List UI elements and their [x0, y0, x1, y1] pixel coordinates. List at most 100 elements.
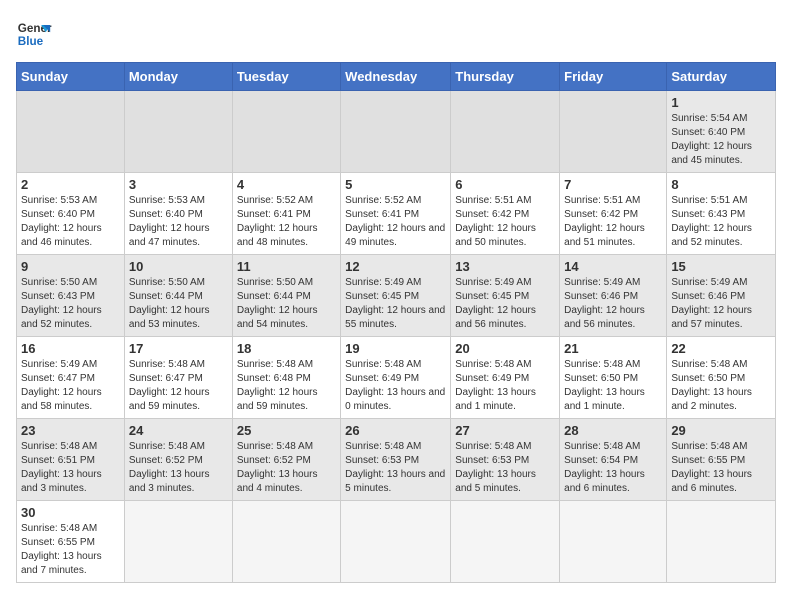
day-info: Sunrise: 5:48 AM Sunset: 6:50 PM Dayligh… — [671, 358, 771, 414]
day-info: Sunrise: 5:49 AM Sunset: 6:47 PM Dayligh… — [21, 358, 120, 414]
calendar-day-cell: 29 Sunrise: 5:48 AM Sunset: 6:55 PM Dayli… — [667, 419, 776, 501]
day-info: Sunrise: 5:48 AM Sunset: 6:52 PM Dayligh… — [129, 440, 228, 496]
calendar-day-cell — [232, 501, 340, 583]
calendar-day-cell: 2Sunrise: 5:53 AM Sunset: 6:40 PM Daylig… — [17, 173, 125, 255]
day-number: 10 — [129, 259, 228, 274]
day-info: Sunrise: 5:53 AM Sunset: 6:40 PM Dayligh… — [129, 194, 228, 250]
day-number: 8 — [671, 177, 771, 192]
calendar-day-cell: 30 Sunrise: 5:48 AM Sunset: 6:55 PM Dayli… — [17, 501, 125, 583]
calendar-day-cell: 21 Sunrise: 5:48 AM Sunset: 6:50 PM Dayli… — [560, 337, 667, 419]
header: General Blue — [16, 16, 776, 52]
day-info: Sunrise: 5:50 AM Sunset: 6:44 PM Dayligh… — [237, 276, 336, 332]
day-info: Sunrise: 5:52 AM Sunset: 6:41 PM Dayligh… — [237, 194, 336, 250]
day-number: 20 — [455, 341, 555, 356]
calendar-day-cell: 23Sunrise: 5:48 AM Sunset: 6:51 PM Dayli… — [17, 419, 125, 501]
calendar-week-row: 9 Sunrise: 5:50 AM Sunset: 6:43 PM Daylig… — [17, 255, 776, 337]
calendar-day-cell: 20Sunrise: 5:48 AM Sunset: 6:49 PM Dayli… — [451, 337, 560, 419]
calendar-day-cell — [560, 501, 667, 583]
day-number: 15 — [671, 259, 771, 274]
calendar-day-cell: 4 Sunrise: 5:52 AM Sunset: 6:41 PM Daylig… — [232, 173, 340, 255]
day-number: 30 — [21, 505, 120, 520]
day-number: 18 — [237, 341, 336, 356]
day-info: Sunrise: 5:49 AM Sunset: 6:46 PM Dayligh… — [564, 276, 662, 332]
day-number: 22 — [671, 341, 771, 356]
calendar-day-cell — [17, 91, 125, 173]
calendar: SundayMondayTuesdayWednesdayThursdayFrid… — [16, 62, 776, 583]
calendar-day-cell — [341, 91, 451, 173]
calendar-day-cell: 26 Sunrise: 5:48 AM Sunset: 6:53 PM Dayli… — [341, 419, 451, 501]
day-number: 16 — [21, 341, 120, 356]
calendar-day-cell: 27 Sunrise: 5:48 AM Sunset: 6:53 PM Dayli… — [451, 419, 560, 501]
calendar-day-cell: 7 Sunrise: 5:51 AM Sunset: 6:42 PM Daylig… — [560, 173, 667, 255]
day-info: Sunrise: 5:49 AM Sunset: 6:45 PM Dayligh… — [455, 276, 555, 332]
calendar-day-cell: 14Sunrise: 5:49 AM Sunset: 6:46 PM Dayli… — [560, 255, 667, 337]
day-info: Sunrise: 5:51 AM Sunset: 6:43 PM Dayligh… — [671, 194, 771, 250]
calendar-day-cell: 9 Sunrise: 5:50 AM Sunset: 6:43 PM Daylig… — [17, 255, 125, 337]
day-info: Sunrise: 5:48 AM Sunset: 6:50 PM Dayligh… — [564, 358, 662, 414]
calendar-day-cell: 16 Sunrise: 5:49 AM Sunset: 6:47 PM Dayli… — [17, 337, 125, 419]
calendar-header-saturday: Saturday — [667, 63, 776, 91]
calendar-day-cell: 24 Sunrise: 5:48 AM Sunset: 6:52 PM Dayli… — [124, 419, 232, 501]
calendar-day-cell: 25Sunrise: 5:48 AM Sunset: 6:52 PM Dayli… — [232, 419, 340, 501]
day-number: 6 — [455, 177, 555, 192]
day-number: 21 — [564, 341, 662, 356]
day-info: Sunrise: 5:48 AM Sunset: 6:53 PM Dayligh… — [345, 440, 446, 496]
calendar-day-cell — [124, 501, 232, 583]
calendar-header-monday: Monday — [124, 63, 232, 91]
calendar-day-cell: 12Sunrise: 5:49 AM Sunset: 6:45 PM Dayli… — [341, 255, 451, 337]
calendar-week-row: 30 Sunrise: 5:48 AM Sunset: 6:55 PM Dayli… — [17, 501, 776, 583]
day-info: Sunrise: 5:48 AM Sunset: 6:54 PM Dayligh… — [564, 440, 662, 496]
calendar-week-row: 1 Sunrise: 5:54 AM Sunset: 6:40 PM Daylig… — [17, 91, 776, 173]
day-number: 1 — [671, 95, 771, 110]
calendar-day-cell — [667, 501, 776, 583]
day-info: Sunrise: 5:50 AM Sunset: 6:44 PM Dayligh… — [129, 276, 228, 332]
day-info: Sunrise: 5:51 AM Sunset: 6:42 PM Dayligh… — [455, 194, 555, 250]
calendar-day-cell — [451, 501, 560, 583]
calendar-day-cell — [560, 91, 667, 173]
calendar-day-cell: 28 Sunrise: 5:48 AM Sunset: 6:54 PM Dayli… — [560, 419, 667, 501]
calendar-day-cell — [124, 91, 232, 173]
calendar-day-cell: 6 Sunrise: 5:51 AM Sunset: 6:42 PM Daylig… — [451, 173, 560, 255]
calendar-header-sunday: Sunday — [17, 63, 125, 91]
day-info: Sunrise: 5:48 AM Sunset: 6:53 PM Dayligh… — [455, 440, 555, 496]
day-info: Sunrise: 5:48 AM Sunset: 6:51 PM Dayligh… — [21, 440, 120, 496]
day-number: 5 — [345, 177, 446, 192]
svg-text:Blue: Blue — [18, 35, 44, 48]
day-number: 27 — [455, 423, 555, 438]
day-info: Sunrise: 5:53 AM Sunset: 6:40 PM Dayligh… — [21, 194, 120, 250]
day-number: 4 — [237, 177, 336, 192]
day-number: 13 — [455, 259, 555, 274]
day-info: Sunrise: 5:48 AM Sunset: 6:55 PM Dayligh… — [21, 522, 120, 578]
calendar-header-tuesday: Tuesday — [232, 63, 340, 91]
logo: General Blue — [16, 16, 52, 52]
day-number: 3 — [129, 177, 228, 192]
calendar-header-thursday: Thursday — [451, 63, 560, 91]
day-info: Sunrise: 5:54 AM Sunset: 6:40 PM Dayligh… — [671, 112, 771, 168]
day-number: 7 — [564, 177, 662, 192]
day-info: Sunrise: 5:50 AM Sunset: 6:43 PM Dayligh… — [21, 276, 120, 332]
calendar-day-cell — [232, 91, 340, 173]
calendar-day-cell: 11 Sunrise: 5:50 AM Sunset: 6:44 PM Dayli… — [232, 255, 340, 337]
day-info: Sunrise: 5:48 AM Sunset: 6:48 PM Dayligh… — [237, 358, 336, 414]
calendar-header-row: SundayMondayTuesdayWednesdayThursdayFrid… — [17, 63, 776, 91]
calendar-week-row: 2Sunrise: 5:53 AM Sunset: 6:40 PM Daylig… — [17, 173, 776, 255]
calendar-week-row: 23Sunrise: 5:48 AM Sunset: 6:51 PM Dayli… — [17, 419, 776, 501]
day-number: 26 — [345, 423, 446, 438]
day-info: Sunrise: 5:48 AM Sunset: 6:47 PM Dayligh… — [129, 358, 228, 414]
calendar-day-cell: 18 Sunrise: 5:48 AM Sunset: 6:48 PM Dayli… — [232, 337, 340, 419]
day-number: 24 — [129, 423, 228, 438]
day-number: 11 — [237, 259, 336, 274]
day-info: Sunrise: 5:48 AM Sunset: 6:49 PM Dayligh… — [345, 358, 446, 414]
calendar-day-cell — [341, 501, 451, 583]
day-info: Sunrise: 5:48 AM Sunset: 6:55 PM Dayligh… — [671, 440, 771, 496]
day-number: 28 — [564, 423, 662, 438]
day-number: 12 — [345, 259, 446, 274]
day-info: Sunrise: 5:52 AM Sunset: 6:41 PM Dayligh… — [345, 194, 446, 250]
logo-icon: General Blue — [16, 16, 52, 52]
calendar-day-cell: 15Sunrise: 5:49 AM Sunset: 6:46 PM Dayli… — [667, 255, 776, 337]
day-number: 9 — [21, 259, 120, 274]
calendar-week-row: 16 Sunrise: 5:49 AM Sunset: 6:47 PM Dayli… — [17, 337, 776, 419]
calendar-day-cell: 19Sunrise: 5:48 AM Sunset: 6:49 PM Dayli… — [341, 337, 451, 419]
day-info: Sunrise: 5:51 AM Sunset: 6:42 PM Dayligh… — [564, 194, 662, 250]
day-number: 29 — [671, 423, 771, 438]
